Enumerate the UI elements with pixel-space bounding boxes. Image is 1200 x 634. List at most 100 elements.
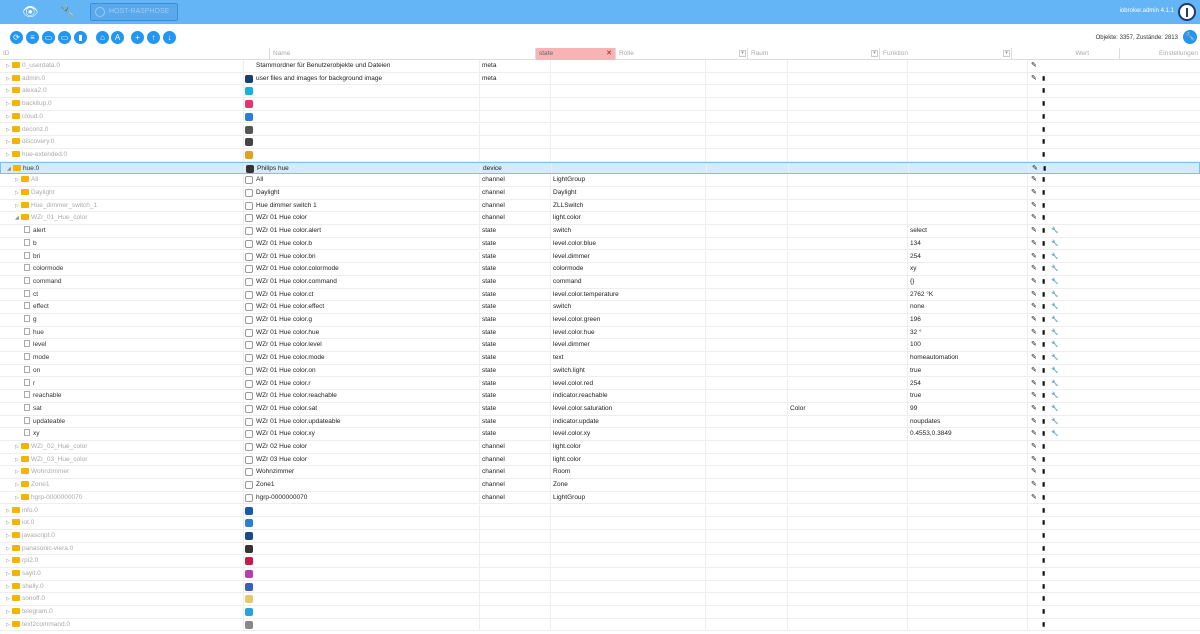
row-value[interactable]: 32 °	[910, 327, 1020, 339]
delete-icon[interactable]: ▮	[1042, 352, 1045, 365]
delete-icon[interactable]: ▮	[1042, 466, 1045, 479]
delete-icon[interactable]: ▮	[1042, 276, 1045, 289]
table-row[interactable]: ◢ hue.0 Philips hue device ✎ ▮	[0, 161, 1200, 175]
row-value[interactable]	[910, 73, 1020, 85]
delete-icon[interactable]: ▮	[1042, 314, 1045, 327]
table-row[interactable]: ▷ shelly.0 ▮	[0, 580, 1200, 594]
host-selector[interactable]: HOST-RASPHOSE	[90, 3, 178, 21]
upload-icon[interactable]: ↑	[147, 31, 160, 44]
delete-icon[interactable]: ▮	[1042, 225, 1045, 238]
table-row[interactable]: ▷ telegram.0 ▮	[0, 606, 1200, 619]
row-value[interactable]	[910, 98, 1020, 110]
delete-icon[interactable]: ▮	[1042, 378, 1045, 391]
table-row[interactable]: ▷ javascript.0 ▮	[0, 529, 1200, 543]
delete-icon[interactable]: ▮	[1042, 365, 1045, 378]
table-row[interactable]: ▷ discovery.0 ▮	[0, 136, 1200, 149]
wrench-icon[interactable]: 🔧	[1051, 225, 1058, 238]
row-value[interactable]	[910, 212, 1020, 224]
row-value[interactable]	[910, 479, 1020, 491]
delete-icon[interactable]: ▮	[1042, 85, 1045, 98]
table-row[interactable]: on WZr 01 Hue color.on state switch.light tr…	[0, 364, 1200, 378]
table-row[interactable]: hue WZr 01 Hue color.hue state level.color.…	[0, 326, 1200, 340]
delete-icon[interactable]: ▮	[1042, 174, 1045, 187]
row-value[interactable]	[910, 517, 1020, 529]
edit-icon[interactable]: ✎	[1031, 314, 1037, 327]
row-value[interactable]	[910, 466, 1020, 478]
edit-icon[interactable]: ✎	[1031, 276, 1037, 289]
row-value[interactable]	[910, 200, 1020, 212]
row-value[interactable]	[910, 187, 1020, 199]
edit-icon[interactable]: ✎	[1031, 403, 1037, 416]
wrench-icon[interactable]: 🔧	[1051, 416, 1058, 429]
table-row[interactable]: command WZr 01 Hue color.command state comm…	[0, 275, 1200, 289]
table-row[interactable]: ▷ iot.0 ▮	[0, 517, 1200, 530]
folder-expand-icon[interactable]: ▭	[58, 31, 71, 44]
column-name[interactable]: Name	[270, 48, 536, 60]
column-value[interactable]: Wert	[1012, 48, 1120, 60]
edit-icon[interactable]: ✎	[1031, 301, 1037, 314]
row-value[interactable]	[910, 136, 1020, 148]
edit-icon[interactable]: ✎	[1031, 187, 1037, 200]
delete-icon[interactable]: ▮	[1042, 517, 1045, 530]
delete-icon[interactable]: ▮	[1042, 212, 1045, 225]
edit-icon[interactable]: ✎	[1031, 441, 1037, 454]
table-row[interactable]: ▷ 0_userdata.0 Stammordner für Benutzerobj…	[0, 60, 1200, 73]
row-value[interactable]	[910, 530, 1020, 542]
delete-icon[interactable]: ▮	[1042, 416, 1045, 429]
edit-icon[interactable]: ✎	[1031, 200, 1037, 213]
eye-icon[interactable]: 👁	[22, 4, 39, 20]
type-filter[interactable]: state ✕	[536, 48, 616, 60]
table-row[interactable]: ▷ admin.0 user files and images for backgr…	[0, 72, 1200, 86]
row-value[interactable]	[910, 174, 1020, 186]
table-row[interactable]: ▷ sonoff.0 ▮	[0, 593, 1200, 607]
table-row[interactable]: ▷ text2command.0 ▮	[0, 618, 1200, 632]
column-room[interactable]: Raum ▾	[748, 48, 880, 60]
edit-icon[interactable]: ✎	[1031, 212, 1037, 225]
folder-collapse-icon[interactable]: ▭	[42, 31, 55, 44]
table-row[interactable]: ▷ rpi2.0 ▮	[0, 555, 1200, 568]
row-value[interactable]: 254	[910, 251, 1020, 263]
edit-icon[interactable]: ✎	[1031, 263, 1037, 276]
wrench-icon[interactable]: 🔧	[1051, 251, 1058, 264]
table-row[interactable]: colormode WZr 01 Hue color.colormode state…	[0, 263, 1200, 276]
edit-icon[interactable]: ✎	[1031, 352, 1037, 365]
delete-icon[interactable]: ▮	[1042, 479, 1045, 492]
row-value[interactable]	[911, 163, 1021, 174]
delete-icon[interactable]: ▮	[1042, 492, 1045, 505]
delete-icon[interactable]: ▮	[1042, 568, 1045, 581]
sort-alpha-icon[interactable]: A	[111, 31, 124, 44]
row-value[interactable]: 0.4553,0.3849	[910, 428, 1020, 440]
table-row[interactable]: b WZr 01 Hue color.b state level.color.blue…	[0, 237, 1200, 251]
table-row[interactable]: ▷ All All channel LightGroup ✎ ▮	[0, 174, 1200, 187]
table-row[interactable]: effect WZr 01 Hue color.effect state switch…	[0, 301, 1200, 314]
table-row[interactable]: ▷ panasonic-viera.0 ▮	[0, 542, 1200, 556]
wrench-icon[interactable]: 🔧	[1051, 403, 1058, 416]
table-row[interactable]: mode WZr 01 Hue color.mode state text homeau…	[0, 352, 1200, 365]
row-value[interactable]: homeautomation	[910, 352, 1020, 364]
table-row[interactable]: ▷ alexa2.0 ▮	[0, 85, 1200, 99]
table-row[interactable]: alert WZr 01 Hue color.alert state switch se…	[0, 225, 1200, 238]
table-row[interactable]: ▷ hgrp-0000000070 hgrp-0000000070 channel Li…	[0, 491, 1200, 505]
edit-icon[interactable]: ✎	[1031, 416, 1037, 429]
row-value[interactable]	[910, 454, 1020, 466]
row-value[interactable]	[910, 111, 1020, 123]
iobroker-logo-icon[interactable]	[1178, 3, 1196, 21]
wrench-icon[interactable]: 🔧	[1051, 352, 1058, 365]
wrench-icon[interactable]: 🔧	[1051, 428, 1058, 441]
delete-icon[interactable]: ▮	[1042, 606, 1045, 619]
wrench-icon[interactable]: 🔧	[1051, 276, 1058, 289]
delete-icon[interactable]: ▮	[1042, 111, 1045, 124]
edit-icon[interactable]: ✎	[1031, 73, 1037, 86]
delete-icon[interactable]: ▮	[1042, 505, 1045, 518]
delete-icon[interactable]: ▮	[1042, 555, 1045, 568]
wrench-icon[interactable]: 🔧	[1051, 314, 1058, 327]
delete-icon[interactable]: ▮	[1042, 136, 1045, 149]
edit-icon[interactable]: ✎	[1031, 289, 1037, 302]
clear-filter-icon[interactable]: ✕	[606, 48, 612, 60]
edit-icon[interactable]: ✎	[1031, 428, 1037, 441]
delete-icon[interactable]: ▮	[1042, 251, 1045, 264]
edit-icon[interactable]: ✎	[1031, 466, 1037, 479]
column-function[interactable]: Funktion ▾	[880, 48, 1012, 60]
wrench-icon[interactable]: 🔧	[60, 4, 76, 20]
column-icon[interactable]: ▮	[74, 31, 87, 44]
